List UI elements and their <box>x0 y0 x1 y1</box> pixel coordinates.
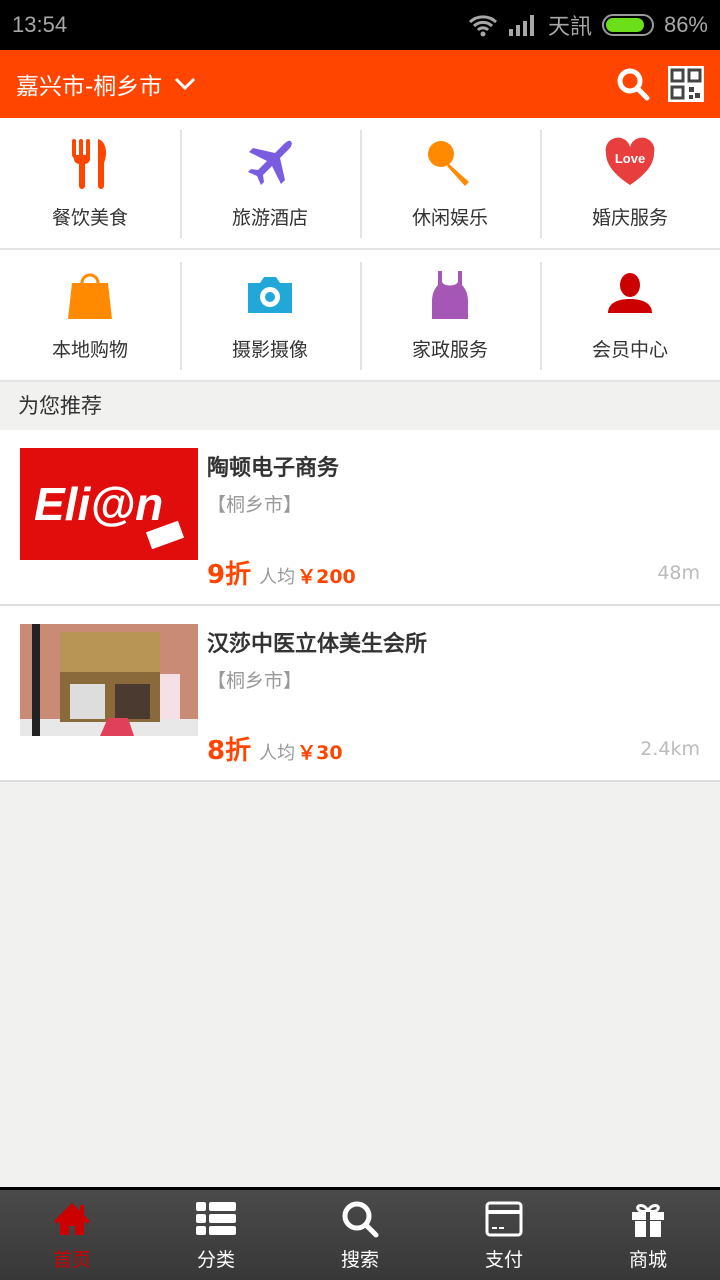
list-icon <box>196 1201 236 1235</box>
top-bar: 嘉兴市-桐乡市 <box>0 50 720 118</box>
home-icon <box>54 1202 90 1235</box>
wifi-icon <box>468 15 497 37</box>
category-wedding[interactable]: Love 婚庆服务 <box>540 118 720 248</box>
category-label: 会员中心 <box>591 338 668 361</box>
user-icon <box>608 272 652 313</box>
section-title: 为您推荐 <box>18 394 102 418</box>
category-label: 摄影摄像 <box>231 338 308 361</box>
tab-label: 搜索 <box>340 1248 379 1271</box>
dress-icon <box>432 270 468 319</box>
listing-thumbnail <box>20 624 198 736</box>
discount: 9折 <box>207 560 252 590</box>
microphone-icon <box>428 140 469 186</box>
qr-code-icon[interactable] <box>668 66 704 102</box>
category-photography[interactable]: 摄影摄像 <box>180 250 360 380</box>
chevron-down-icon <box>175 77 196 91</box>
tab-label: 商城 <box>628 1248 667 1271</box>
per-capita-label: 人均 <box>259 743 296 764</box>
distance: 48m <box>657 562 700 584</box>
listing-name: 汉莎中医立体美生会所 <box>207 632 428 657</box>
category-label: 本地购物 <box>51 338 128 361</box>
bottom-nav: 首页 分类 搜索 支付 商城 <box>0 1187 720 1280</box>
category-food[interactable]: 餐饮美食 <box>0 118 180 248</box>
listing-thumbnail: Eli@n <box>20 448 198 560</box>
tab-payment[interactable]: 支付 <box>432 1190 576 1280</box>
tab-label: 分类 <box>196 1248 235 1271</box>
gift-icon <box>632 1203 664 1237</box>
category-label: 休闲娱乐 <box>411 206 488 229</box>
shopping-bag-icon <box>68 273 112 319</box>
category-housekeeping[interactable]: 家政服务 <box>360 250 540 380</box>
carrier: 天訊 <box>547 14 592 39</box>
discount: 8折 <box>207 736 252 766</box>
category-shopping[interactable]: 本地购物 <box>0 250 180 380</box>
love-heart-icon: Love <box>605 137 655 185</box>
clock: 13:54 <box>12 12 68 37</box>
signal-icon <box>508 15 534 36</box>
price: ￥200 <box>297 566 356 588</box>
category-label: 家政服务 <box>411 338 488 361</box>
per-capita-label: 人均 <box>259 567 296 588</box>
category-membership[interactable]: 会员中心 <box>540 250 720 380</box>
listing-item[interactable]: 汉莎中医立体美生会所 【桐乡市】 8折 人均 ￥30 2.4km <box>0 606 720 782</box>
fork-knife-icon <box>72 138 106 189</box>
tab-label: 支付 <box>484 1248 523 1271</box>
category-entertainment[interactable]: 休闲娱乐 <box>360 118 540 248</box>
category-label: 餐饮美食 <box>51 206 128 229</box>
category-label: 旅游酒店 <box>231 206 308 229</box>
listing-area: 【桐乡市】 <box>207 494 303 516</box>
category-label: 婚庆服务 <box>591 206 668 229</box>
search-icon <box>342 1201 379 1237</box>
battery-icon <box>601 14 654 36</box>
price: ￥30 <box>297 742 343 764</box>
tab-label: 首页 <box>52 1248 91 1271</box>
tab-home[interactable]: 首页 <box>0 1190 144 1280</box>
distance: 2.4km <box>640 738 700 760</box>
battery-percent: 86% <box>663 12 708 37</box>
camera-icon <box>248 276 292 313</box>
listing-name: 陶顿电子商务 <box>207 456 340 481</box>
status-bar: 13:54 天訊 86% <box>0 0 720 50</box>
listing-item[interactable]: Eli@n 陶顿电子商务 【桐乡市】 9折 人均 ￥200 48m <box>0 430 720 606</box>
search-icon[interactable] <box>616 67 650 101</box>
airplane-icon <box>248 140 292 185</box>
listing-area: 【桐乡市】 <box>207 670 303 692</box>
location-label: 嘉兴市-桐乡市 <box>16 74 163 100</box>
svg-text:Love: Love <box>615 151 645 166</box>
tab-search[interactable]: 搜索 <box>288 1190 432 1280</box>
location-selector[interactable]: 嘉兴市-桐乡市 <box>16 67 196 101</box>
category-travel[interactable]: 旅游酒店 <box>180 118 360 248</box>
tab-mall[interactable]: 商城 <box>576 1190 720 1280</box>
svg-text:Eli@n: Eli@n <box>34 478 163 530</box>
category-grid: 餐饮美食 旅游酒店 休闲娱乐 Love 婚庆服务 本地购物 摄影摄像 家政服务 … <box>0 118 720 382</box>
tab-categories[interactable]: 分类 <box>144 1190 288 1280</box>
card-icon <box>485 1201 523 1236</box>
